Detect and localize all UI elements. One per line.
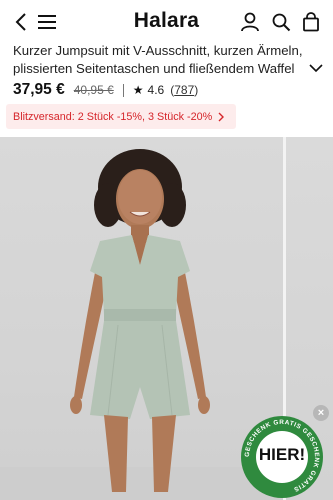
top-nav-bar: Halara [0, 0, 333, 42]
separator [122, 83, 124, 97]
price-rating-row: 37,95 € 40,95 € ★ 4.6 (787) [13, 80, 198, 100]
chevron-right-icon [218, 112, 225, 122]
star-icon: ★ [132, 83, 144, 97]
flash-shipping-banner[interactable]: Blitzversand: 2 Stück -15%, 3 Stück -20% [6, 104, 236, 129]
rating-value: 4.6 [147, 83, 165, 97]
product-title: Kurzer Jumpsuit mit V-Ausschnitt, kurzen… [13, 43, 303, 76]
current-price: 37,95 € [13, 81, 65, 98]
expand-chevron-icon[interactable] [309, 60, 323, 78]
review-count-link[interactable]: 787 [174, 83, 194, 97]
banner-text: Blitzversand: 2 Stück -15%, 3 Stück -20% [13, 110, 213, 123]
gift-badge-label: HIER! [258, 445, 306, 464]
reviews-close-paren: ) [194, 83, 199, 97]
user-icon[interactable] [239, 11, 261, 33]
gift-badge[interactable]: GESCHENK GRATIS GESCHENK GRATIS HIER! [240, 415, 324, 499]
shopping-bag-icon[interactable] [300, 11, 322, 33]
original-price: 40,95 € [73, 83, 114, 97]
search-icon[interactable] [270, 11, 292, 33]
